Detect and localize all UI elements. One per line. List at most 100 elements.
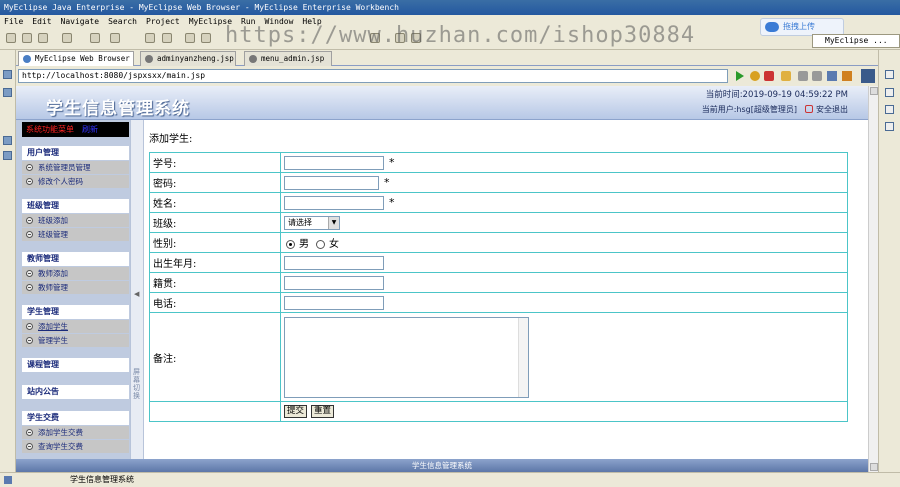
remarks-textarea[interactable] — [284, 316, 529, 398]
reset-button[interactable]: 重置 — [311, 405, 335, 418]
password-input[interactable] — [284, 175, 379, 190]
outline-icon[interactable] — [3, 136, 12, 145]
jsp-file-icon — [249, 55, 257, 63]
section-class-management[interactable]: 班级管理 — [22, 199, 129, 213]
tab-web-browser[interactable]: MyEclipse Web Browser ✕ — [18, 51, 134, 77]
textarea-scrollbar[interactable] — [518, 317, 528, 397]
sidebar-menu-title: 系统功能菜单 — [26, 125, 74, 134]
build-icon[interactable] — [62, 33, 72, 43]
collapse-arrow-icon[interactable]: ◀ — [134, 290, 139, 298]
go-icon[interactable] — [736, 71, 744, 81]
splitter-label: 屏幕切换 — [133, 368, 140, 400]
sidebar-item-change-password[interactable]: 修改个人密码 — [22, 175, 129, 188]
browser-icon[interactable] — [162, 33, 172, 43]
refresh-link[interactable]: 刷新 — [82, 125, 98, 134]
debug-icon[interactable] — [185, 33, 195, 43]
package-icon[interactable] — [90, 33, 100, 43]
tab-adminyanzheng[interactable]: adminyanzheng.jsp — [140, 51, 236, 66]
bullet-icon — [26, 284, 33, 291]
upload-label: 拖拽上传 — [783, 22, 815, 31]
form-cell — [281, 253, 847, 272]
status-bar: 学生信息管理系统 — [0, 472, 900, 487]
sidebar-item-admin-management[interactable]: 系统管理员管理 — [22, 161, 129, 174]
sidebar-item-student-manage[interactable]: 管理学生 — [22, 334, 129, 347]
section-user-management[interactable]: 用户管理 — [22, 146, 129, 160]
browser-scrollbar[interactable] — [868, 86, 878, 472]
form-row: 出生年月: — [150, 253, 847, 272]
cloud-icon — [765, 22, 779, 32]
logout-link[interactable]: 安全退出 — [816, 105, 848, 114]
current-user: 当前用户:hsg[超级管理员] — [701, 105, 797, 114]
sidebar-item-teacher-manage[interactable]: 教师管理 — [22, 281, 129, 294]
remarks-label: 备注: — [150, 313, 280, 401]
home-icon[interactable] — [781, 71, 791, 81]
menu-project[interactable]: Project — [146, 17, 180, 26]
section-student-management[interactable]: 学生管理 — [22, 305, 129, 319]
refresh-icon[interactable] — [750, 71, 760, 81]
print-icon[interactable] — [827, 71, 837, 81]
section-student-fees[interactable]: 学生交费 — [22, 411, 129, 425]
sidebar-item-fee-add[interactable]: 添加学生交费 — [22, 426, 129, 439]
menu-search[interactable]: Search — [108, 17, 137, 26]
sidebar-item-fee-query[interactable]: 查询学生交费 — [22, 440, 129, 453]
hometown-input[interactable] — [284, 275, 384, 290]
bullet-icon — [26, 164, 33, 171]
sidebar-item-class-add[interactable]: 班级添加 — [22, 214, 129, 227]
package-explorer-icon[interactable] — [3, 70, 12, 79]
phone-label: 电话: — [150, 293, 280, 312]
sidebar-item-class-manage[interactable]: 班级管理 — [22, 228, 129, 241]
perspective-switcher[interactable]: MyEclipse ... — [812, 34, 900, 48]
new-icon[interactable] — [6, 33, 16, 43]
section-teacher-management[interactable]: 教师管理 — [22, 252, 129, 266]
phone-input[interactable] — [284, 295, 384, 310]
deploy-icon[interactable] — [145, 33, 155, 43]
section-announcements[interactable]: 站内公告 — [22, 385, 129, 399]
required-mark: * — [389, 195, 395, 209]
form-row: 学号: * — [150, 153, 847, 172]
frame-splitter[interactable]: ◀ 屏幕切换 — [130, 120, 144, 472]
gender-male-radio[interactable] — [286, 239, 295, 249]
menu-file[interactable]: File — [4, 17, 23, 26]
submit-button[interactable]: 提交 — [284, 405, 308, 418]
bullet-icon — [26, 270, 33, 277]
save-icon[interactable] — [22, 33, 32, 43]
servers-icon[interactable] — [3, 151, 12, 160]
forward-icon[interactable] — [812, 71, 822, 81]
back-icon[interactable] — [798, 71, 808, 81]
console-icon[interactable] — [885, 70, 894, 79]
scroll-down-icon[interactable] — [870, 463, 878, 471]
hierarchy-icon[interactable] — [3, 88, 12, 97]
url-input[interactable]: http://localhost:8080/jspxsxx/main.jsp — [18, 69, 728, 83]
window-title: MyEclipse Java Enterprise - MyEclipse We… — [4, 3, 399, 12]
scroll-up-icon[interactable] — [870, 87, 878, 95]
birth-date-input[interactable] — [284, 255, 384, 270]
stop-icon[interactable] — [764, 71, 774, 81]
sidebar-header: 系统功能菜单 刷新 — [22, 122, 129, 137]
menu-edit[interactable]: Edit — [32, 17, 51, 26]
form-cell — [281, 293, 847, 312]
class-select[interactable]: 请选择 ▼ — [284, 215, 340, 230]
print-icon[interactable] — [38, 33, 48, 43]
form-cell — [281, 313, 847, 401]
form-row: 性别: 男女 — [150, 233, 847, 252]
bullet-icon — [26, 178, 33, 185]
form-cell — [281, 273, 847, 292]
settings-icon[interactable] — [842, 71, 852, 81]
tasks-icon[interactable] — [885, 105, 894, 114]
name-input[interactable] — [284, 195, 384, 210]
menu-navigate[interactable]: Navigate — [61, 17, 100, 26]
gender-female-radio[interactable] — [316, 239, 325, 249]
sidebar-item-student-add[interactable]: 添加学生 — [22, 320, 129, 333]
gender-label: 性别: — [150, 233, 280, 252]
problems-icon[interactable] — [885, 88, 894, 97]
gender-female-label: 女 — [329, 239, 339, 250]
bullet-icon — [26, 217, 33, 224]
tab-menu-admin[interactable]: menu_admin.jsp — [244, 51, 332, 66]
server-icon[interactable] — [110, 33, 120, 43]
student-id-input[interactable] — [284, 155, 384, 170]
properties-icon[interactable] — [885, 122, 894, 131]
sidebar-item-teacher-add[interactable]: 教师添加 — [22, 267, 129, 280]
logout-icon[interactable] — [805, 105, 813, 113]
section-course-management[interactable]: 课程管理 — [22, 358, 129, 372]
run-icon[interactable] — [201, 33, 211, 43]
